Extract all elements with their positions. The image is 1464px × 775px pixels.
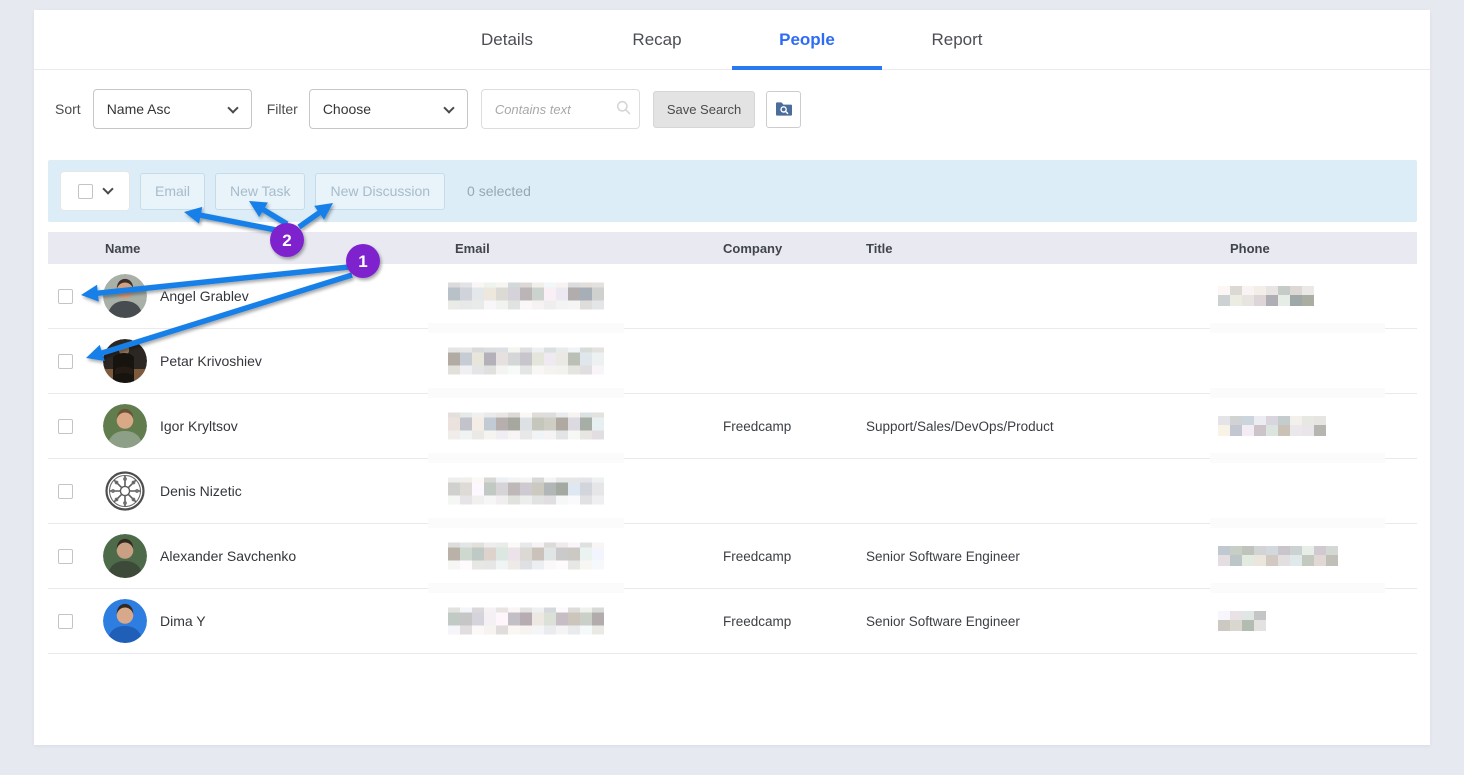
avatar xyxy=(103,339,147,383)
row-checkbox[interactable] xyxy=(58,354,73,369)
tab-recap[interactable]: Recap xyxy=(582,10,732,69)
table-row: Dima Y Freedcamp Senior Software Enginee… xyxy=(48,589,1417,654)
content-card: DetailsRecapPeopleReport Sort Name Asc F… xyxy=(34,10,1430,745)
people-page: DetailsRecapPeopleReport Sort Name Asc F… xyxy=(0,0,1464,775)
tab-bar: DetailsRecapPeopleReport xyxy=(34,10,1430,70)
avatar xyxy=(103,534,147,578)
person-name[interactable]: Alexander Savchenko xyxy=(160,548,296,564)
company-cell: Freedcamp xyxy=(709,394,852,458)
avatar xyxy=(103,469,147,513)
select-all-checkbox[interactable] xyxy=(78,184,93,199)
redaction-blur xyxy=(1210,583,1385,593)
column-header-phone: Phone xyxy=(1196,241,1417,256)
redacted-email xyxy=(448,478,604,505)
title-cell: Senior Software Engineer xyxy=(852,524,1196,588)
bulk-action-button[interactable]: New Discussion xyxy=(315,173,445,210)
column-header-name: Name xyxy=(91,241,434,256)
company-cell xyxy=(709,329,852,393)
redacted-email xyxy=(448,608,604,635)
tab-people[interactable]: People xyxy=(732,10,882,69)
bulk-action-button[interactable]: New Task xyxy=(215,173,305,210)
redacted-email xyxy=(448,348,604,375)
bulk-action-bar: Email New Task New Discussion 0 selected xyxy=(48,160,1417,222)
search-icon xyxy=(616,100,631,115)
chevron-down-icon[interactable] xyxy=(102,183,113,194)
column-header-title: Title xyxy=(852,241,1196,256)
people-table: Name Email Company Title Phone Angel Gra… xyxy=(48,232,1417,654)
table-row: Igor Kryltsov Freedcamp Support/Sales/De… xyxy=(48,394,1417,459)
redacted-phone xyxy=(1218,286,1314,306)
title-cell: Senior Software Engineer xyxy=(852,589,1196,653)
row-checkbox[interactable] xyxy=(58,419,73,434)
redaction-blur xyxy=(428,323,624,333)
avatar xyxy=(103,404,147,448)
company-cell xyxy=(709,264,852,328)
person-name[interactable]: Dima Y xyxy=(160,613,206,629)
avatar xyxy=(103,599,147,643)
row-checkbox[interactable] xyxy=(58,549,73,564)
redaction-blur xyxy=(428,453,624,463)
title-cell xyxy=(852,459,1196,523)
tab-report[interactable]: Report xyxy=(882,10,1032,69)
company-cell: Freedcamp xyxy=(709,589,852,653)
saved-searches-button[interactable] xyxy=(766,91,801,128)
selected-count: 0 selected xyxy=(467,183,531,199)
redacted-email xyxy=(448,413,604,440)
redaction-blur xyxy=(1210,518,1385,528)
folder-search-icon xyxy=(775,101,793,117)
select-all-control[interactable] xyxy=(60,171,130,211)
redacted-phone xyxy=(1218,611,1266,631)
table-row: Alexander Savchenko Freedcamp Senior Sof… xyxy=(48,524,1417,589)
filter-label: Filter xyxy=(267,101,298,117)
redacted-email xyxy=(448,543,604,570)
tab-details[interactable]: Details xyxy=(432,10,582,69)
redaction-blur xyxy=(1210,388,1385,398)
table-header: Name Email Company Title Phone xyxy=(48,232,1417,264)
person-name[interactable]: Petar Krivoshiev xyxy=(160,353,262,369)
row-checkbox[interactable] xyxy=(58,484,73,499)
sort-label: Sort xyxy=(55,101,81,117)
avatar xyxy=(103,274,147,318)
table-row: Angel Grablev xyxy=(48,264,1417,329)
redaction-blur xyxy=(428,388,624,398)
redacted-email xyxy=(448,283,604,310)
column-header-company: Company xyxy=(709,241,852,256)
company-cell xyxy=(709,459,852,523)
redaction-blur xyxy=(428,518,624,528)
chevron-down-icon xyxy=(227,102,238,113)
person-name[interactable]: Igor Kryltsov xyxy=(160,418,238,434)
row-checkbox[interactable] xyxy=(58,614,73,629)
redaction-blur xyxy=(428,583,624,593)
company-cell: Freedcamp xyxy=(709,524,852,588)
table-row: Denis Nizetic xyxy=(48,459,1417,524)
redacted-phone xyxy=(1218,546,1338,566)
table-body: Angel Grablev xyxy=(48,264,1417,654)
sort-filter-toolbar: Sort Name Asc Filter Choose Save Search xyxy=(55,89,1430,129)
sort-select[interactable]: Name Asc xyxy=(93,89,252,129)
redaction-blur xyxy=(1210,453,1385,463)
table-row: Petar Krivoshiev xyxy=(48,329,1417,394)
search-field-wrap xyxy=(481,89,640,129)
save-search-button[interactable]: Save Search xyxy=(653,91,755,128)
column-header-email: Email xyxy=(434,241,709,256)
title-cell: Support/Sales/DevOps/Product xyxy=(852,394,1196,458)
person-name[interactable]: Denis Nizetic xyxy=(160,483,242,499)
chevron-down-icon xyxy=(443,102,454,113)
redaction-blur xyxy=(1210,323,1385,333)
person-name[interactable]: Angel Grablev xyxy=(160,288,249,304)
redacted-phone xyxy=(1218,416,1326,436)
row-checkbox[interactable] xyxy=(58,289,73,304)
bulk-action-button[interactable]: Email xyxy=(140,173,205,210)
filter-select[interactable]: Choose xyxy=(309,89,468,129)
title-cell xyxy=(852,264,1196,328)
title-cell xyxy=(852,329,1196,393)
